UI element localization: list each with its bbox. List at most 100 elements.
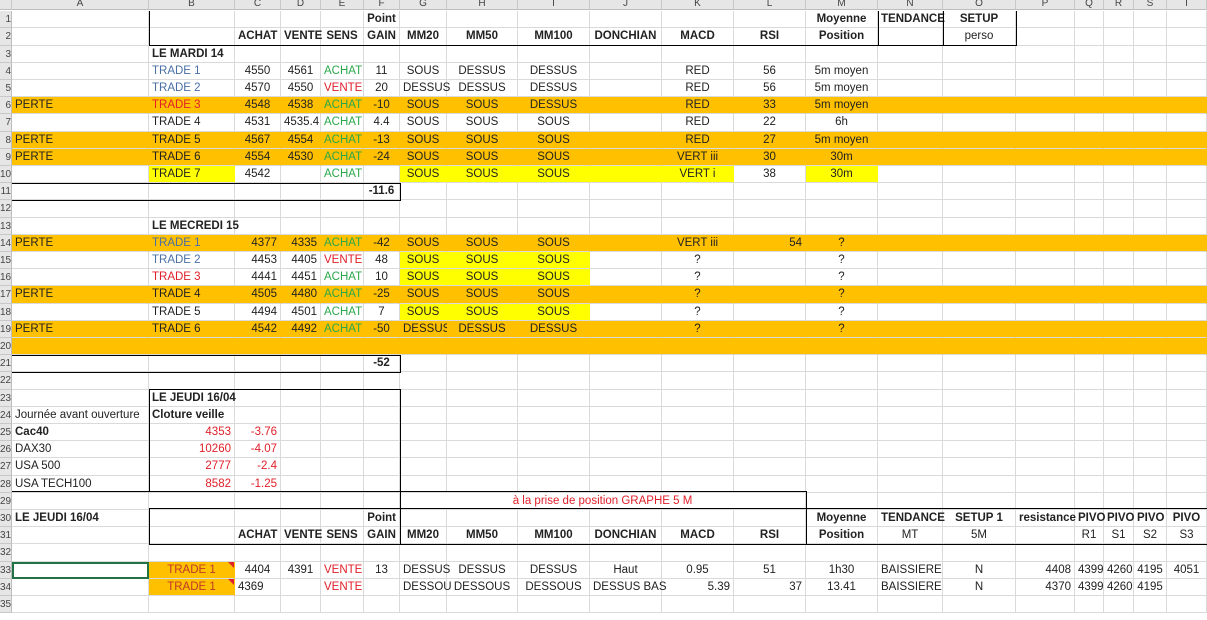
cell-C18[interactable]: 4494 (235, 303, 281, 321)
cell-K3[interactable] (662, 45, 734, 63)
cell-R21[interactable] (1104, 355, 1134, 373)
cell-J25[interactable] (590, 424, 662, 442)
cell-T24[interactable] (1167, 406, 1207, 424)
cell-I22[interactable] (518, 372, 590, 390)
cell-S33[interactable]: 4195 (1134, 561, 1167, 579)
cell-H6[interactable]: SOUS (447, 97, 518, 115)
cell-N11[interactable] (878, 183, 943, 201)
cell-E19[interactable]: ACHAT (321, 320, 364, 338)
cell-R2[interactable] (1104, 28, 1134, 46)
cell-T31[interactable]: S3 (1167, 527, 1207, 545)
cell-D9[interactable]: 4530 (281, 148, 321, 166)
cell-M21[interactable] (806, 355, 878, 373)
cell-O12[interactable] (943, 200, 1016, 218)
cell-L18[interactable] (734, 303, 806, 321)
cell-R3[interactable] (1104, 45, 1134, 63)
cell-F31[interactable]: GAIN (364, 527, 400, 545)
cell-S31[interactable]: S2 (1134, 527, 1167, 545)
cell-B11[interactable] (149, 183, 235, 201)
cell-N27[interactable] (878, 458, 943, 476)
cell-A4[interactable] (12, 62, 149, 80)
cell-I19[interactable]: DESSUS (518, 320, 590, 338)
cell-Q12[interactable] (1075, 200, 1104, 218)
cell-P34[interactable]: 4370 (1016, 578, 1075, 596)
cell-M16[interactable]: ? (806, 269, 878, 287)
cell-M8[interactable]: 5m moyen (806, 131, 878, 149)
cell-C33[interactable]: 4404 (235, 561, 281, 579)
cell-R5[interactable] (1104, 80, 1134, 98)
cell-N3[interactable] (878, 45, 943, 63)
cell-O11[interactable] (943, 183, 1016, 201)
row-header-25[interactable]: 25 (0, 424, 12, 442)
cell-C10[interactable]: 4542 (235, 166, 281, 184)
cell-J3[interactable] (590, 45, 662, 63)
cell-C25[interactable]: -3.76 (235, 424, 281, 442)
cell-P10[interactable] (1016, 166, 1075, 184)
cell-B20[interactable] (149, 338, 235, 356)
column-header-k[interactable]: K (662, 0, 734, 10)
cell-T12[interactable] (1167, 200, 1207, 218)
cell-D3[interactable] (281, 45, 321, 63)
cell-D11[interactable] (281, 183, 321, 201)
cell-E5[interactable]: VENTE (321, 80, 364, 98)
cell-G15[interactable]: SOUS (400, 252, 447, 270)
cell-O2[interactable]: perso (943, 28, 1016, 46)
cell-M12[interactable] (806, 200, 878, 218)
cell-G19[interactable]: DESSUS (400, 320, 450, 338)
cell-A15[interactable] (12, 252, 149, 270)
cell-E23[interactable] (321, 389, 364, 407)
cell-P35[interactable] (1016, 596, 1075, 614)
cell-S34[interactable]: 4195 (1134, 578, 1167, 596)
cell-O6[interactable] (943, 97, 1016, 115)
cell-L12[interactable] (734, 200, 806, 218)
cell-N6[interactable] (878, 97, 943, 115)
cell-P6[interactable] (1016, 97, 1075, 115)
cell-R15[interactable] (1104, 252, 1134, 270)
cell-J20[interactable] (590, 338, 662, 356)
cell-P33[interactable]: 4408 (1016, 561, 1075, 579)
cell-F24[interactable] (364, 406, 400, 424)
column-header-t[interactable]: T (1167, 0, 1207, 10)
cell-E18[interactable]: ACHAT (321, 303, 364, 321)
cell-H9[interactable]: SOUS (447, 148, 518, 166)
cell-A22[interactable] (12, 372, 149, 390)
cell-T4[interactable] (1167, 62, 1207, 80)
cell-M4[interactable]: 5m moyen (806, 62, 878, 80)
cell-S16[interactable] (1134, 269, 1167, 287)
cell-R28[interactable] (1104, 475, 1134, 493)
cell-P31[interactable] (1016, 527, 1075, 545)
cell-G17[interactable]: SOUS (400, 286, 447, 304)
cell-S22[interactable] (1134, 372, 1167, 390)
cell-O7[interactable] (943, 114, 1016, 132)
cell-E27[interactable] (321, 458, 364, 476)
cell-H4[interactable]: DESSUS (447, 62, 518, 80)
column-header-b[interactable]: B (149, 0, 235, 10)
row-header-11[interactable]: 11 (0, 183, 12, 201)
cell-A10[interactable] (12, 166, 149, 184)
cell-B23[interactable]: LE JEUDI 16/04 (149, 389, 236, 407)
cell-L10[interactable]: 38 (734, 166, 806, 184)
cell-H10[interactable]: SOUS (447, 166, 518, 184)
cell-S14[interactable] (1134, 234, 1167, 252)
row-header-16[interactable]: 16 (0, 269, 12, 287)
cell-C20[interactable] (235, 338, 281, 356)
cell-F34[interactable] (364, 578, 400, 596)
cell-D19[interactable]: 4492 (281, 320, 321, 338)
cell-Q28[interactable] (1075, 475, 1104, 493)
cell-D26[interactable] (281, 441, 321, 459)
cell-C31[interactable]: ACHAT (235, 527, 281, 545)
cell-E15[interactable]: VENTE (321, 252, 364, 270)
row-header-4[interactable]: 4 (0, 62, 12, 80)
cell-D34[interactable] (281, 578, 321, 596)
cell-T22[interactable] (1167, 372, 1207, 390)
cell-N26[interactable] (878, 441, 943, 459)
cell-I30[interactable] (518, 510, 590, 528)
cell-I8[interactable]: SOUS (518, 131, 590, 149)
cell-E1[interactable] (321, 11, 364, 29)
cell-T10[interactable] (1167, 166, 1207, 184)
cell-T16[interactable] (1167, 269, 1207, 287)
cell-Q21[interactable] (1075, 355, 1104, 373)
cell-O26[interactable] (943, 441, 1016, 459)
cell-A32[interactable] (12, 544, 149, 562)
cell-B27[interactable]: 2777 (149, 458, 235, 476)
